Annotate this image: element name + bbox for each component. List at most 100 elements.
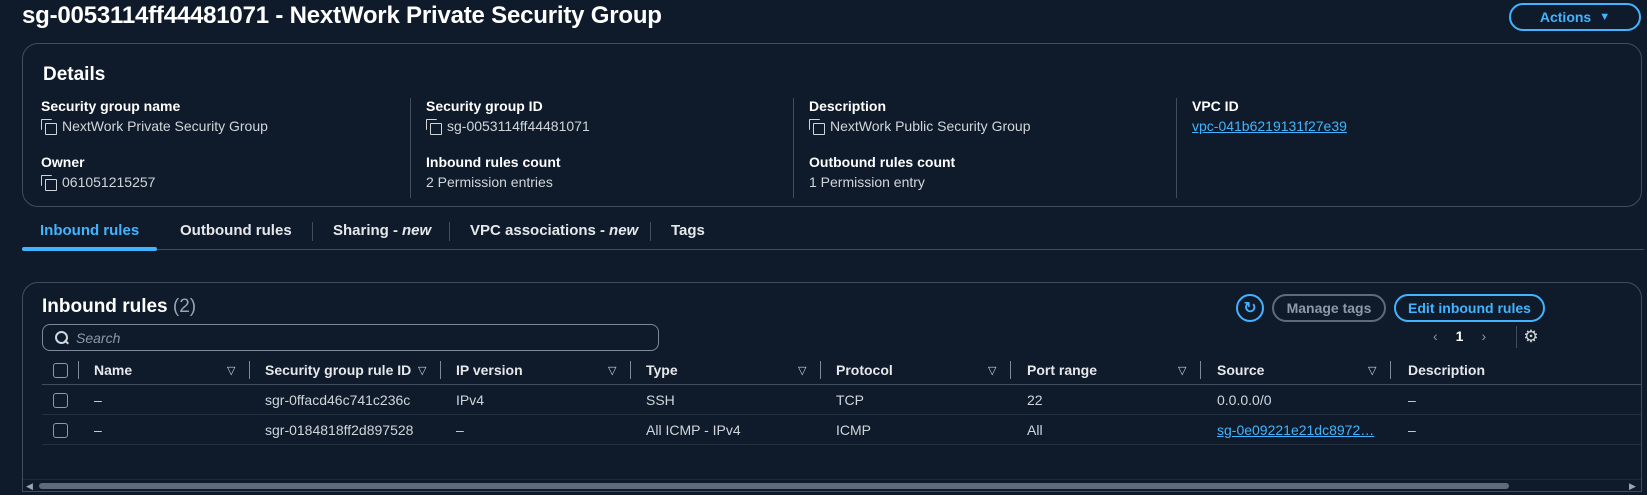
table-row[interactable]: – sgr-0184818ff2d897528 – All ICMP - IPv… <box>42 415 1641 445</box>
rules-count: (2) <box>172 296 197 317</box>
tab-separator <box>312 222 313 241</box>
actions-button[interactable]: Actions ▼ <box>1509 3 1641 31</box>
field-label: Description <box>809 98 887 114</box>
tab-inbound-rules[interactable]: Inbound rules <box>22 212 158 251</box>
field-value: 1 Permission entry <box>809 174 925 190</box>
chevron-left-icon[interactable]: ‹ <box>1433 328 1438 344</box>
table-row[interactable]: – sgr-0ffacd46c741c236c IPv4 SSH TCP 22 … <box>42 385 1641 415</box>
column-header-description[interactable]: Description <box>1408 355 1485 385</box>
new-badge: new <box>609 222 639 239</box>
chevron-right-icon[interactable]: › <box>1481 328 1486 344</box>
cell-port-range: All <box>1027 422 1043 438</box>
col-separator <box>1390 361 1391 379</box>
field-label: Security group ID <box>426 98 543 114</box>
page-title: sg-0053114ff44481071 - NextWork Private … <box>22 2 662 29</box>
sort-down-icon[interactable]: ▽ <box>798 355 806 385</box>
col-separator <box>440 361 441 379</box>
pagination: ‹ 1 › <box>1433 328 1486 344</box>
scroll-left-icon[interactable]: ◀ <box>26 480 33 491</box>
col-separator <box>249 361 250 379</box>
edit-inbound-rules-button[interactable]: Edit inbound rules <box>1394 294 1545 322</box>
field-value: NextWork Public Security Group <box>830 118 1031 134</box>
details-panel: Details Security group name NextWork Pri… <box>22 43 1642 207</box>
row-checkbox[interactable] <box>53 392 68 408</box>
details-title: Details <box>43 64 106 85</box>
field-description: Description NextWork Public Security Gro… <box>809 98 1176 140</box>
gear-icon[interactable]: ⚙ <box>1521 327 1541 347</box>
field-label: Outbound rules count <box>809 154 956 170</box>
row-checkbox[interactable] <box>53 422 68 438</box>
cell-rule-id: sgr-0184818ff2d897528 <box>265 422 414 438</box>
cell-rule-id: sgr-0ffacd46c741c236c <box>265 392 411 408</box>
cell-name: – <box>94 422 102 438</box>
field-label: Owner <box>41 154 85 170</box>
copy-icon[interactable] <box>426 118 442 135</box>
cell-name: – <box>94 392 102 408</box>
field-vpc-id: VPC ID vpc-041b6219131f27e39 <box>1192 98 1576 140</box>
sort-down-icon[interactable]: ▽ <box>988 355 996 385</box>
field-value-row: sg-0053114ff44481071 <box>426 118 793 135</box>
copy-icon[interactable] <box>41 174 57 191</box>
col-separator <box>78 361 79 379</box>
tab-outbound-rules[interactable]: Outbound rules <box>162 212 310 249</box>
details-column-1: Security group name NextWork Private Sec… <box>41 98 411 198</box>
tab-tags[interactable]: Tags <box>653 212 723 249</box>
column-header-port-range[interactable]: Port range <box>1027 355 1097 385</box>
scroll-right-icon[interactable]: ▶ <box>1629 480 1636 491</box>
cell-source-wrap: sg-0e09221e21dc8972… <box>1217 415 1374 445</box>
details-column-3: Description NextWork Public Security Gro… <box>793 98 1176 198</box>
page-number[interactable]: 1 <box>1456 328 1464 344</box>
column-header-type[interactable]: Type <box>646 355 678 385</box>
horizontal-scrollbar[interactable]: ◀ ▶ <box>23 479 1641 491</box>
cell-source: 0.0.0.0/0 <box>1217 392 1272 408</box>
cell-ip-version: IPv4 <box>456 392 485 408</box>
vpc-id-link[interactable]: vpc-041b6219131f27e39 <box>1192 118 1347 134</box>
cell-port-range: 22 <box>1027 392 1043 408</box>
col-separator <box>1200 361 1201 379</box>
sort-down-icon[interactable]: ▽ <box>418 355 426 385</box>
cell-type: All ICMP - IPv4 <box>646 422 741 438</box>
cell-protocol: TCP <box>836 392 864 408</box>
field-security-group-name: Security group name NextWork Private Sec… <box>41 98 411 140</box>
actions-button-label: Actions <box>1539 9 1592 25</box>
select-all-checkbox[interactable] <box>53 362 68 378</box>
field-outbound-rules-count: Outbound rules count 1 Permission entry <box>809 154 1176 196</box>
copy-icon[interactable] <box>41 118 57 135</box>
manage-tags-button[interactable]: Manage tags <box>1272 294 1386 322</box>
field-value: sg-0053114ff44481071 <box>447 118 590 134</box>
row-select-cell <box>53 385 68 415</box>
cell-ip-version: – <box>456 422 464 438</box>
col-separator <box>820 361 821 379</box>
field-value-row: NextWork Private Security Group <box>41 118 411 135</box>
rules-table: Name ▽ Security group rule ID ▽ IP versi… <box>42 355 1641 445</box>
sort-down-icon[interactable]: ▽ <box>1368 355 1376 385</box>
refresh-button[interactable]: ↻ <box>1236 294 1264 322</box>
search-input[interactable]: Search <box>76 330 120 346</box>
column-header-protocol[interactable]: Protocol <box>836 355 893 385</box>
sort-down-icon[interactable]: ▽ <box>227 355 235 385</box>
column-header-rule-id[interactable]: Security group rule ID <box>265 355 411 385</box>
column-header-source[interactable]: Source <box>1217 355 1264 385</box>
tab-vpc-associations-label: VPC associations - <box>470 222 606 239</box>
column-header-ip-version[interactable]: IP version <box>456 355 523 385</box>
scrollbar-thumb[interactable] <box>39 483 1509 489</box>
field-value-row: NextWork Public Security Group <box>809 118 1176 135</box>
col-separator <box>630 361 631 379</box>
inbound-rules-panel: Inbound rules (2) ↻ Manage tags Edit inb… <box>22 282 1642 492</box>
refresh-icon: ↻ <box>1243 300 1257 317</box>
tab-sharing[interactable]: Sharing - new <box>315 212 449 249</box>
search-box[interactable]: Search <box>42 324 659 351</box>
tab-separator <box>449 222 450 241</box>
cell-description: – <box>1408 392 1416 408</box>
copy-icon[interactable] <box>809 118 825 135</box>
field-label: Security group name <box>41 98 181 114</box>
table-header: Name ▽ Security group rule ID ▽ IP versi… <box>42 355 1641 385</box>
tab-sharing-label: Sharing - <box>333 222 399 239</box>
sort-down-icon[interactable]: ▽ <box>608 355 616 385</box>
field-value: 2 Permission entries <box>426 174 553 190</box>
sort-down-icon[interactable]: ▽ <box>1178 355 1186 385</box>
field-security-group-id: Security group ID sg-0053114ff44481071 <box>426 98 793 140</box>
tab-vpc-associations[interactable]: VPC associations - new <box>452 212 656 249</box>
column-header-name[interactable]: Name <box>94 355 132 385</box>
source-sg-link[interactable]: sg-0e09221e21dc8972… <box>1217 422 1374 438</box>
